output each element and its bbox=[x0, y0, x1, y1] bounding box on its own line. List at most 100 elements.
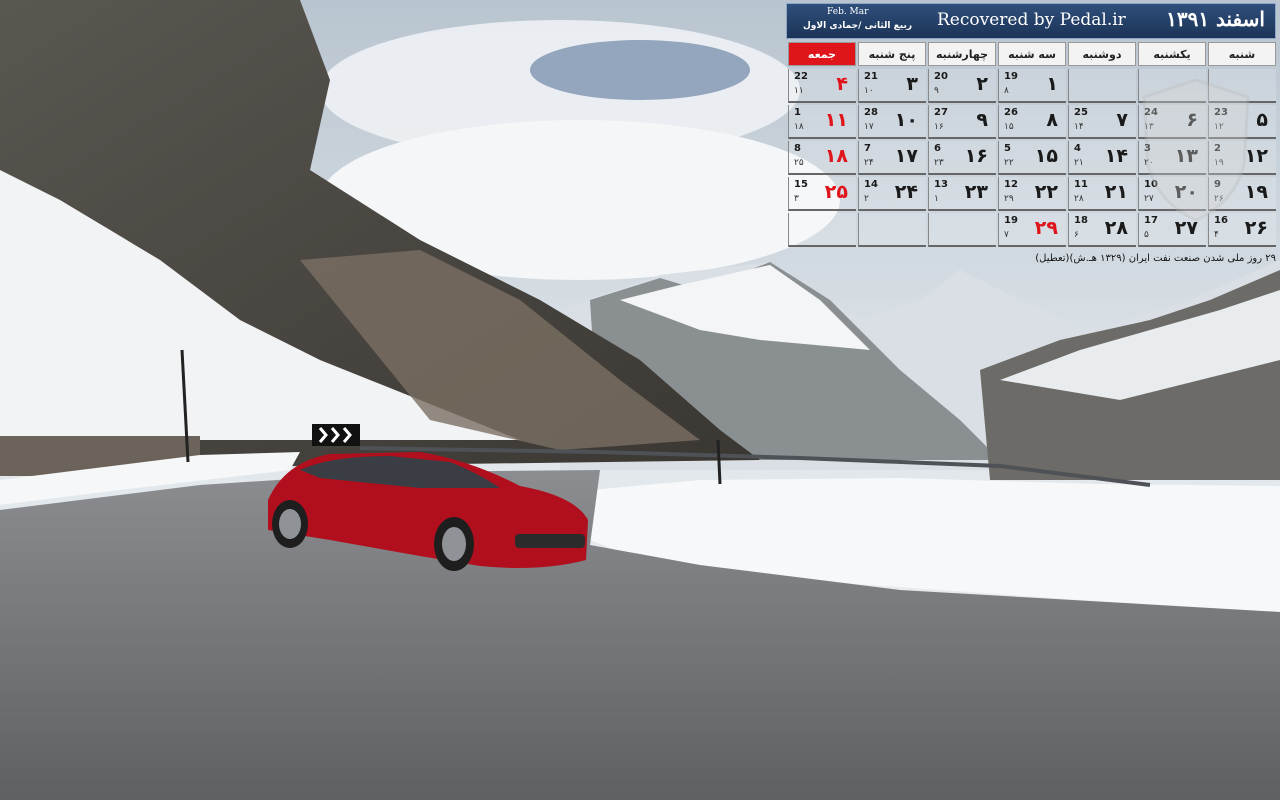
gregorian-date: 12 bbox=[1004, 179, 1018, 190]
hijri-date: ۱۰ bbox=[864, 86, 874, 96]
day-cell: ۲۸ 18 ۶ bbox=[1068, 213, 1136, 247]
hijri-date: ۹ bbox=[934, 86, 939, 96]
gregorian-date: 11 bbox=[1074, 179, 1088, 190]
persian-date: ۱۰ bbox=[894, 109, 918, 131]
persian-date: ۲۸ bbox=[1104, 217, 1128, 239]
empty-day-cell bbox=[1068, 69, 1136, 103]
gregorian-date: 4 bbox=[1074, 143, 1081, 154]
day-cell: ۲۵ 15 ۳ bbox=[788, 177, 856, 211]
persian-date: ۹ bbox=[976, 109, 988, 131]
hijri-date: ۶ bbox=[1074, 230, 1079, 240]
hijri-date: ۱۴ bbox=[1074, 122, 1084, 132]
hijri-date: ۲۵ bbox=[794, 158, 804, 168]
day-cell: ۲۱ 11 ۲۸ bbox=[1068, 177, 1136, 211]
persian-date: ۱ bbox=[1046, 73, 1058, 95]
day-cell: ۲ 20 ۹ bbox=[928, 69, 996, 103]
hijri-date: ۲۳ bbox=[934, 158, 944, 168]
persian-date: ۱۴ bbox=[1104, 145, 1128, 167]
gregorian-date: 6 bbox=[934, 143, 941, 154]
credit-text: Recovered by Pedal.ir bbox=[937, 10, 1126, 30]
persian-date: ۸ bbox=[1046, 109, 1058, 131]
persian-date: ۱۱ bbox=[824, 109, 848, 131]
weekday-wednesday: چهارشنبه bbox=[928, 42, 996, 66]
persian-date: ۱۸ bbox=[824, 145, 848, 167]
gregorian-date: 8 bbox=[794, 143, 801, 154]
gregorian-date: 19 bbox=[1004, 71, 1018, 82]
gregorian-date: 28 bbox=[864, 107, 878, 118]
gregorian-months: Feb. Mar bbox=[827, 7, 869, 17]
day-cell: ۳ 21 ۱۰ bbox=[858, 69, 926, 103]
persian-date: ۲۵ bbox=[824, 181, 848, 203]
day-cell: ۲۹ 19 ۷ bbox=[998, 213, 1066, 247]
day-cell: ۲۲ 12 ۲۹ bbox=[998, 177, 1066, 211]
persian-date: ۷ bbox=[1116, 109, 1128, 131]
gregorian-date: 1 bbox=[794, 107, 801, 118]
blue-sky-patch bbox=[530, 40, 750, 100]
gregorian-date: 18 bbox=[1074, 215, 1088, 226]
day-cell: ۸ 26 ۱۵ bbox=[998, 105, 1066, 139]
hijri-date: ۴ bbox=[1214, 230, 1219, 240]
snow-pole bbox=[716, 439, 722, 485]
hijri-date: ۳ bbox=[794, 194, 799, 204]
weekday-sunday: یکشنبه bbox=[1138, 42, 1206, 66]
persian-date: ۲ bbox=[976, 73, 988, 95]
hijri-date: ۱ bbox=[934, 194, 939, 204]
chevron-sign bbox=[312, 424, 360, 446]
gregorian-date: 14 bbox=[864, 179, 878, 190]
weekday-thursday: پنج شنبه bbox=[858, 42, 926, 66]
hijri-date: ۲۱ bbox=[1074, 158, 1084, 168]
calendar-header: اسفند ۱۳۹۱ Recovered by Pedal.ir Feb. Ma… bbox=[786, 3, 1276, 39]
hijri-date: ۲۸ bbox=[1074, 194, 1084, 204]
persian-date: ۱۶ bbox=[964, 145, 988, 167]
persian-date: ۳ bbox=[906, 73, 918, 95]
day-cell: ۱ 19 ۸ bbox=[998, 69, 1066, 103]
hijri-date: ۱۵ bbox=[1004, 122, 1014, 132]
day-cell: ۱۸ 8 ۲۵ bbox=[788, 141, 856, 175]
empty-day-cell bbox=[928, 213, 996, 247]
gregorian-date: 25 bbox=[1074, 107, 1088, 118]
calendar-widget: اسفند ۱۳۹۱ Recovered by Pedal.ir Feb. Ma… bbox=[786, 3, 1276, 273]
persian-date: ۲۴ bbox=[894, 181, 918, 203]
persian-date: ۱۵ bbox=[1034, 145, 1058, 167]
hijri-date: ۲ bbox=[864, 194, 869, 204]
weekday-saturday: شنبه bbox=[1208, 42, 1276, 66]
empty-day-cell bbox=[788, 213, 856, 247]
day-cell: ۱۱ 1 ۱۸ bbox=[788, 105, 856, 139]
day-cell: ۱۷ 7 ۲۴ bbox=[858, 141, 926, 175]
persian-date: ۲۲ bbox=[1034, 181, 1058, 203]
weekday-monday: دوشنبه bbox=[1068, 42, 1136, 66]
day-cell: ۲۳ 13 ۱ bbox=[928, 177, 996, 211]
pedal-shield-watermark bbox=[1142, 78, 1250, 222]
gregorian-date: 22 bbox=[794, 71, 808, 82]
gregorian-date: 19 bbox=[1004, 215, 1018, 226]
empty-day-cell bbox=[858, 213, 926, 247]
gregorian-date: 7 bbox=[864, 143, 871, 154]
day-cell: ۱۰ 28 ۱۷ bbox=[858, 105, 926, 139]
hijri-date: ۱۸ bbox=[794, 122, 804, 132]
hijri-date: ۲۴ bbox=[864, 158, 874, 168]
day-cell: ۱۵ 5 ۲۲ bbox=[998, 141, 1066, 175]
day-cell: ۹ 27 ۱۶ bbox=[928, 105, 996, 139]
gregorian-date: 15 bbox=[794, 179, 808, 190]
weekday-friday: جمعه bbox=[788, 42, 856, 66]
day-cell: ۱۴ 4 ۲۱ bbox=[1068, 141, 1136, 175]
hijri-date: ۱۶ bbox=[934, 122, 944, 132]
hijri-date: ۸ bbox=[1004, 86, 1009, 96]
hijri-date: ۵ bbox=[1144, 230, 1149, 240]
gregorian-date: 26 bbox=[1004, 107, 1018, 118]
gregorian-date: 21 bbox=[864, 71, 878, 82]
day-cell: ۴ 22 ۱۱ bbox=[788, 69, 856, 103]
weekday-header-row: شنبه یکشنبه دوشنبه سه شنبه چهارشنبه پنج … bbox=[786, 42, 1276, 66]
day-cell: ۷ 25 ۱۴ bbox=[1068, 105, 1136, 139]
hijri-date: ۲۲ bbox=[1004, 158, 1014, 168]
hijri-date: ۲۹ bbox=[1004, 194, 1014, 204]
persian-date: ۲۳ bbox=[964, 181, 988, 203]
gregorian-date: 5 bbox=[1004, 143, 1011, 154]
persian-date: ۵ bbox=[1256, 109, 1268, 131]
hijri-date: ۷ bbox=[1004, 230, 1009, 240]
persian-date: ۴ bbox=[836, 73, 848, 95]
month-title: اسفند ۱۳۹۱ bbox=[1166, 7, 1265, 31]
day-cell: ۲۴ 14 ۲ bbox=[858, 177, 926, 211]
hijri-date: ۱۷ bbox=[864, 122, 874, 132]
persian-date: ۱۷ bbox=[894, 145, 918, 167]
